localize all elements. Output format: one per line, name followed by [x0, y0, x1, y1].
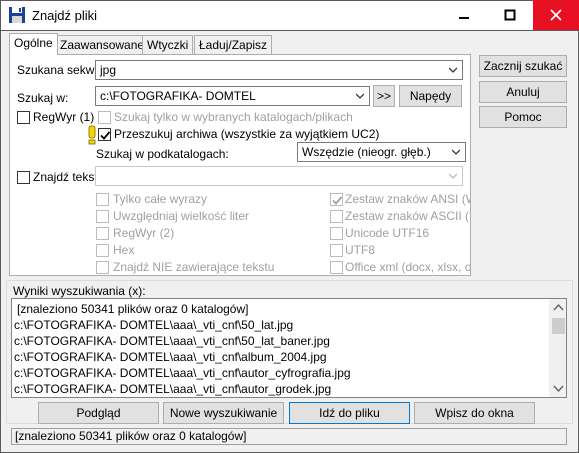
- location-input-value: c:\FOTOGRAFIKA- DOMTEL: [100, 89, 256, 103]
- minimize-icon: [459, 17, 469, 19]
- browse-button[interactable]: >>: [373, 85, 395, 107]
- case-checkbox[interactable]: [96, 210, 109, 223]
- checkmark-icon: [100, 131, 111, 140]
- tab-plugins[interactable]: Wtyczki: [142, 35, 194, 54]
- list-item[interactable]: c:\FOTOGRAFIKA- DOMTEL\aaa\_vti_cnf\50_l…: [14, 333, 330, 349]
- tab-load-save[interactable]: Ładuj/Zapisz: [194, 35, 273, 54]
- archives-label: Przeszukuj archiwa (wszystkie za wyjątki…: [114, 127, 380, 141]
- warning-icon: [88, 125, 96, 145]
- archives-checkbox[interactable]: [98, 128, 111, 141]
- search-input-value: jpg: [100, 63, 117, 77]
- start-search-button[interactable]: Zacznij szukać: [479, 55, 567, 77]
- chevron-down-icon: [356, 93, 364, 99]
- scroll-down-icon: [553, 385, 564, 393]
- results-label: Wyniki wyszukiwania (x):: [13, 284, 146, 298]
- find-text-checkbox[interactable]: [17, 171, 30, 184]
- chevron-down-icon: [452, 149, 460, 155]
- location-label: Szukaj w:: [17, 91, 69, 105]
- not-containing-checkbox[interactable]: [96, 261, 109, 274]
- search-label: Szukana sekw.:: [17, 63, 101, 77]
- hex-checkbox[interactable]: [96, 244, 109, 257]
- tab-general[interactable]: Ogólne: [9, 33, 58, 55]
- case-label: Uwzględniaj wielkość liter: [113, 209, 250, 223]
- results-list[interactable]: [znaleziono 50341 plików oraz 0 katalogó…: [11, 298, 567, 398]
- list-item[interactable]: c:\FOTOGRAFIKA- DOMTEL\aaa\_vti_cnf\auto…: [14, 365, 351, 381]
- floppy-disk-icon: [8, 6, 26, 24]
- whole-words-label: Tylko całe wyrazy: [113, 192, 208, 206]
- close-button[interactable]: [533, 0, 579, 30]
- subdirs-label: Szukaj w podkatalogach:: [96, 147, 229, 161]
- chevron-down-icon: [449, 67, 457, 73]
- maximize-button[interactable]: [487, 0, 533, 30]
- list-item[interactable]: [znaleziono 50341 plików oraz 0 katalogó…: [17, 301, 248, 317]
- office-label: Office xml (docx, xlsx, odt i: [345, 260, 470, 274]
- regex2-checkbox[interactable]: [96, 227, 109, 240]
- utf16-checkbox[interactable]: [330, 227, 343, 240]
- list-item[interactable]: c:\FOTOGRAFIKA- DOMTEL\aaa\_vti_cnf\auto…: [14, 381, 331, 397]
- feed-to-listbox-button[interactable]: Wpisz do okna: [414, 402, 535, 424]
- maximize-icon: [504, 9, 516, 21]
- find-text-input[interactable]: [95, 166, 463, 186]
- chevron-down-icon: [449, 173, 457, 179]
- new-search-button[interactable]: Nowe wyszukiwanie: [163, 402, 284, 424]
- only-selected-checkbox[interactable]: [98, 111, 111, 124]
- scroll-thumb[interactable]: [552, 318, 565, 334]
- minimize-button[interactable]: [441, 0, 487, 30]
- regex1-checkbox[interactable]: [17, 111, 30, 124]
- only-selected-label: Szukaj tylko w wybranych katalogach/plik…: [114, 110, 353, 124]
- tab-advanced[interactable]: Zaawansowane: [55, 35, 150, 54]
- location-input[interactable]: c:\FOTOGRAFIKA- DOMTEL: [95, 86, 370, 106]
- subdirs-select[interactable]: Wszędzie (nieogr. głęb.): [297, 142, 466, 162]
- drives-button[interactable]: Napędy: [399, 85, 462, 107]
- view-button[interactable]: Podgląd: [38, 402, 159, 424]
- utf8-label: UTF8: [345, 243, 375, 257]
- not-containing-label: Znajdź NIE zawierające tekstu: [113, 260, 275, 274]
- cancel-button[interactable]: Anuluj: [479, 81, 567, 103]
- ascii-label: Zestaw znaków ASCII (DOS): [345, 209, 470, 223]
- utf8-checkbox[interactable]: [330, 244, 343, 257]
- ansi-label: Zestaw znaków ANSI (Win): [345, 192, 470, 206]
- whole-words-checkbox[interactable]: [96, 193, 109, 206]
- utf16-label: Unicode UTF16: [345, 226, 430, 240]
- scroll-up-icon: [553, 303, 564, 311]
- goto-file-button[interactable]: Idź do pliku: [289, 402, 410, 424]
- ansi-checkbox[interactable]: [330, 193, 343, 206]
- list-item[interactable]: c:\FOTOGRAFIKA- DOMTEL\aaa\_vti_cnf\50_l…: [14, 317, 293, 333]
- checkmark-icon: [332, 196, 343, 205]
- office-checkbox[interactable]: [330, 261, 343, 274]
- search-input[interactable]: jpg: [95, 60, 463, 80]
- regex2-label: RegWyr (2): [113, 226, 175, 240]
- status-bar: [znaleziono 50341 plików oraz 0 katalogó…: [11, 428, 567, 445]
- charset-group: Zestaw znaków ANSI (Win) Zestaw znaków A…: [330, 188, 470, 274]
- window-title: Znajdź pliki: [32, 8, 98, 23]
- help-button[interactable]: Pomoc: [479, 106, 567, 128]
- regex1-label: RegWyr (1): [33, 110, 95, 124]
- subdirs-select-value: Wszędzie (nieogr. głęb.): [302, 145, 431, 159]
- hex-label: Hex: [113, 243, 135, 257]
- ascii-checkbox[interactable]: [330, 210, 343, 223]
- close-icon: [550, 9, 562, 21]
- list-item[interactable]: c:\FOTOGRAFIKA- DOMTEL\aaa\_vti_cnf\albu…: [14, 349, 327, 365]
- find-text-label: Znajdź tekst:: [33, 170, 102, 184]
- vertical-scrollbar[interactable]: [549, 299, 566, 397]
